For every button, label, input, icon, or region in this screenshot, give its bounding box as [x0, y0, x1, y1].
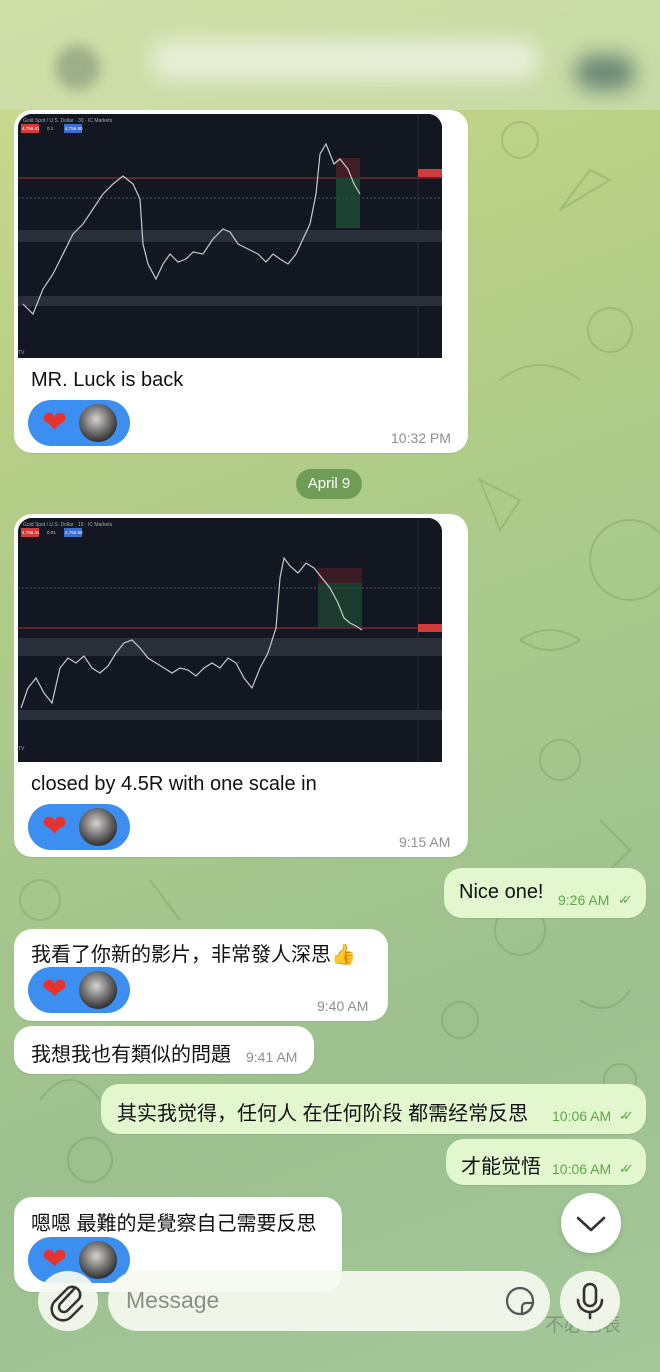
chart-lot-1: 0.1: [47, 126, 54, 131]
chart-screenshot-2[interactable]: Gold Spot / U.S. Dollar · 15 · IC Market…: [18, 518, 442, 762]
sticker-icon[interactable]: [504, 1285, 536, 1317]
message-text: 其实我觉得，任何人 在任何阶段 都需经常反思: [117, 1103, 529, 1125]
heart-reaction-icon: ❤: [42, 973, 68, 1006]
date-separator: April 9: [296, 469, 362, 499]
message-time-6: 10:06 AM: [552, 1108, 612, 1124]
reactor-avatar: [77, 806, 120, 848]
chart-svg-2: Gold Spot / U.S. Dollar · 15 · IC Market…: [18, 518, 442, 762]
thumbs-up-emoji: 👍: [331, 944, 356, 966]
reactor-avatar: [77, 969, 120, 1011]
message-outgoing-reflection[interactable]: 其实我觉得，任何人 在任何阶段 都需经常反思 10:06 AM ✓✓: [101, 1084, 646, 1134]
chart-screenshot-1[interactable]: Gold Spot / U.S. Dollar · 30 · IC Market…: [18, 114, 442, 358]
message-incoming-video-comment[interactable]: 我看了你新的影片，非常發人深思👍 ❤ 9:40 AM: [14, 929, 388, 1021]
reaction-pill-1[interactable]: ❤: [28, 400, 130, 446]
message-input[interactable]: Message: [108, 1271, 550, 1331]
chat-header[interactable]: [0, 0, 660, 110]
heart-reaction-icon: ❤: [42, 406, 68, 439]
chevron-down-icon: [576, 1216, 606, 1232]
message-caption-2: closed by 4.5R with one scale in: [31, 773, 317, 795]
header-title[interactable]: [150, 40, 540, 80]
read-check-icon: ✓✓: [618, 892, 633, 907]
message-time-2: 9:15 AM: [399, 834, 451, 850]
chart-ask-2: 4,755.90: [65, 530, 83, 535]
heart-reaction-icon: ❤: [42, 810, 68, 843]
message-text: 嗯嗯 最難的是覺察自己需要反思: [31, 1213, 317, 1235]
message-time-3: 9:26 AM: [558, 892, 610, 908]
message-outgoing-nice-one[interactable]: Nice one! 9:26 AM ✓✓: [444, 868, 646, 918]
message-placeholder: Message: [126, 1287, 220, 1313]
paperclip-icon: [50, 1285, 84, 1322]
reactor-avatar: [77, 402, 120, 444]
chart-svg-1: Gold Spot / U.S. Dollar · 30 · IC Market…: [18, 114, 442, 358]
header-avatar[interactable]: [55, 45, 100, 90]
read-check-icon: ✓✓: [619, 1108, 634, 1123]
message-text: 才能觉悟: [461, 1156, 541, 1178]
message-photo-1[interactable]: Gold Spot / U.S. Dollar · 30 · IC Market…: [14, 110, 468, 453]
chart-bid-1: 4,756.41: [22, 126, 40, 131]
message-text: 我想我也有類似的問題: [31, 1044, 231, 1066]
chart-lot-2: 0.01: [47, 530, 56, 535]
chart-ask-1: 4,756.90: [65, 126, 83, 131]
microphone-icon: [576, 1282, 604, 1320]
message-caption-1: MR. Luck is back: [31, 369, 184, 391]
message-time-5: 9:41 AM: [246, 1049, 298, 1065]
reaction-pill-3[interactable]: ❤: [28, 967, 130, 1013]
message-time-1: 10:32 PM: [391, 430, 451, 446]
message-time-4: 9:40 AM: [317, 998, 369, 1014]
message-text: Nice one!: [459, 881, 544, 903]
message-outgoing-enlightenment[interactable]: 才能觉悟 10:06 AM ✓✓: [446, 1139, 646, 1185]
header-profile-icon[interactable]: [575, 55, 635, 90]
message-incoming-similar-issue[interactable]: 我想我也有類似的問題 9:41 AM: [14, 1026, 314, 1074]
chart-title-2: Gold Spot / U.S. Dollar · 15 · IC Market…: [23, 522, 113, 528]
message-text: 我看了你新的影片，非常發人深思👍: [31, 944, 356, 966]
svg-text:TV: TV: [18, 350, 25, 356]
message-photo-2[interactable]: Gold Spot / U.S. Dollar · 15 · IC Market…: [14, 514, 468, 857]
attach-button[interactable]: [38, 1271, 98, 1331]
message-time-7: 10:06 AM: [552, 1161, 612, 1177]
reaction-pill-2[interactable]: ❤: [28, 804, 130, 850]
scroll-to-bottom-button[interactable]: [561, 1193, 621, 1253]
voice-record-button[interactable]: [560, 1271, 620, 1331]
chart-bid-2: 4,755.41: [22, 530, 40, 535]
svg-text:TV: TV: [18, 746, 25, 752]
read-check-icon: ✓✓: [619, 1161, 634, 1176]
chart-title-1: Gold Spot / U.S. Dollar · 30 · IC Market…: [23, 118, 113, 124]
